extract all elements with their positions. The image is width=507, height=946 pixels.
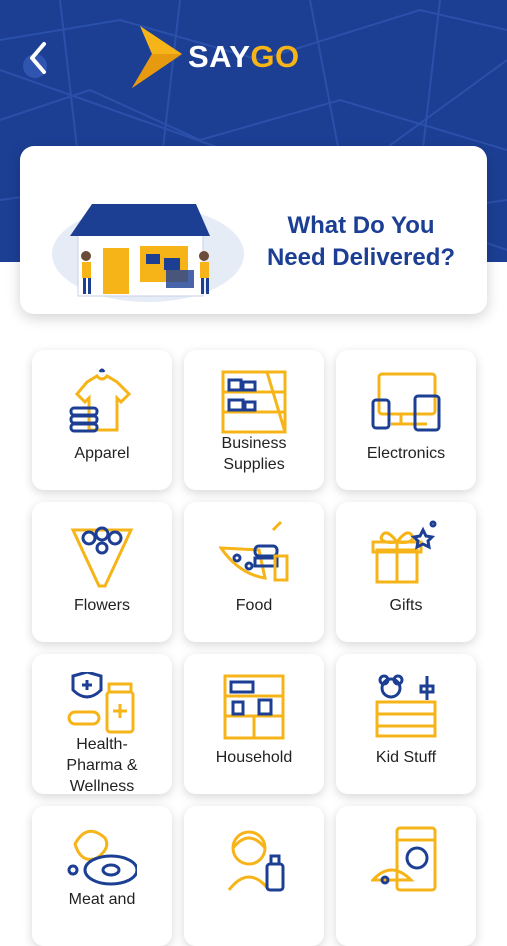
category-cleaning[interactable] <box>184 806 324 946</box>
brand-logo: SAYGO <box>126 22 300 92</box>
category-business-supplies[interactable]: Business Supplies <box>184 350 324 490</box>
chevron-left-icon <box>30 42 46 74</box>
category-label: Business Supplies <box>221 435 287 473</box>
cabinet-icon <box>223 674 285 740</box>
pizza-icon <box>219 520 289 582</box>
hero-title: What Do You Need Delivered? <box>266 212 456 271</box>
category-apparel[interactable]: Apparel <box>32 350 172 490</box>
category-label: Gifts <box>389 597 423 614</box>
storefront-illustration <box>52 204 244 302</box>
category-label: Electronics <box>366 445 446 462</box>
category-flowers[interactable]: Flowers <box>32 502 172 642</box>
category-label: Apparel <box>74 445 130 462</box>
gift-icon <box>371 520 437 584</box>
category-pet[interactable] <box>336 806 476 946</box>
category-label: Household <box>215 749 293 766</box>
meat-icon <box>67 829 137 886</box>
category-meat[interactable]: Meat and <box>32 806 172 946</box>
bouquet-icon <box>70 526 134 588</box>
category-gifts[interactable]: Gifts <box>336 502 476 642</box>
medicine-icon <box>67 672 135 734</box>
category-label: Health- Pharma & Wellness <box>66 736 138 795</box>
logo-chevron-icon <box>132 26 182 88</box>
shirt-icon <box>69 368 132 433</box>
back-button[interactable] <box>22 38 58 78</box>
brand-name: SAYGO <box>188 39 300 74</box>
shelves-icon <box>221 370 287 434</box>
category-label: Food <box>235 597 273 614</box>
toybox-icon <box>375 674 437 738</box>
category-label: Flowers <box>73 597 130 614</box>
hero-card: What Do You Need Delivered? <box>20 146 487 314</box>
devices-icon <box>371 372 441 432</box>
pet-icon <box>371 826 437 892</box>
cleaning-icon <box>227 830 285 892</box>
category-health-pharma-wellness[interactable]: Health- Pharma & Wellness <box>32 654 172 795</box>
category-kid-stuff[interactable]: Kid Stuff <box>336 654 476 794</box>
category-electronics[interactable]: Electronics <box>336 350 476 490</box>
category-household[interactable]: Household <box>184 654 324 794</box>
category-label: Kid Stuff <box>375 749 437 766</box>
category-food[interactable]: Food <box>184 502 324 642</box>
